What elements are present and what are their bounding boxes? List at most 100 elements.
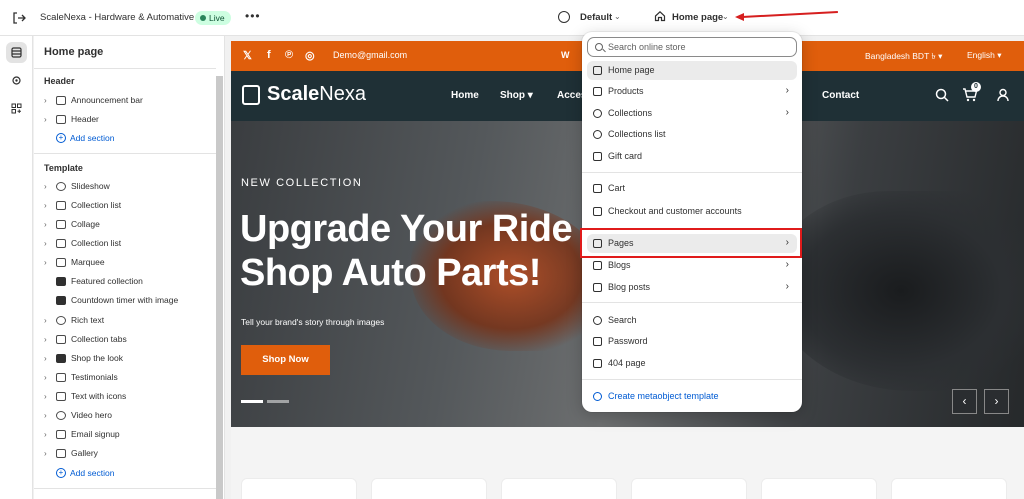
menu-item-label: Blogs <box>608 260 631 270</box>
sidebar-item-label: Text with icons <box>71 391 127 401</box>
sidebar-item-label: Shop the look <box>71 353 123 363</box>
sidebar-item-label: Gallery <box>71 448 98 458</box>
search-icon <box>595 43 603 51</box>
nav-home[interactable]: Home <box>451 90 479 101</box>
search-field[interactable] <box>587 37 797 57</box>
theme-selector[interactable]: Default <box>580 12 612 23</box>
menu-item-products[interactable]: Products › <box>587 82 797 101</box>
video-icon <box>56 410 66 420</box>
sidebar-item-label: Slideshow <box>71 181 110 191</box>
sidebar-item-slideshow[interactable]: › Slideshow <box>44 178 214 194</box>
apps-icon[interactable] <box>6 98 27 119</box>
sidebar-item-collage[interactable]: › Collage <box>44 216 214 232</box>
menu-item-label: Search <box>608 315 637 325</box>
sidebar-item-email-signup[interactable]: › Email signup <box>44 426 214 442</box>
slide-dot[interactable] <box>267 400 289 403</box>
sidebar-item-countdown-timer[interactable]: Countdown timer with image <box>44 292 214 308</box>
page-selector[interactable]: Home page <box>672 12 723 23</box>
collection-card[interactable] <box>241 478 357 499</box>
hero-subtitle: Tell your brand's story through images <box>241 317 385 327</box>
x-icon[interactable]: 𝕏 <box>243 49 252 62</box>
menu-item-collections[interactable]: Collections › <box>587 104 797 123</box>
menu-item-404-page[interactable]: 404 page <box>587 354 797 373</box>
hero-headline: Upgrade Your Ride Shop Auto Parts! <box>240 207 573 295</box>
menu-item-blogs[interactable]: Blogs › <box>587 256 797 275</box>
hero-car-image <box>771 191 1024 391</box>
search-icon[interactable] <box>935 88 949 102</box>
sidebar-item-collection-list[interactable]: › Collection list <box>44 197 214 213</box>
collection-card[interactable] <box>631 478 747 499</box>
instagram-icon[interactable]: ◎ <box>305 49 315 62</box>
exit-icon[interactable] <box>12 11 26 25</box>
next-slide-button[interactable]: › <box>984 389 1009 414</box>
account-icon[interactable] <box>996 88 1010 102</box>
pinterest-icon[interactable]: ℗ <box>285 49 293 61</box>
home-icon <box>654 10 666 22</box>
menu-item-label: Checkout and customer accounts <box>608 206 742 216</box>
collection-card[interactable] <box>501 478 617 499</box>
slide-dot-active[interactable] <box>241 400 263 403</box>
text-with-icons-icon <box>56 391 66 401</box>
currency-selector[interactable]: Bangladesh BDT ৳ ▾ <box>865 50 942 64</box>
sidebar-scrollbar[interactable] <box>216 76 223 499</box>
more-actions-button[interactable]: ••• <box>245 9 261 23</box>
create-metaobject-template-link[interactable]: Create metaobject template <box>587 387 797 406</box>
menu-item-home-page[interactable]: Home page <box>587 61 797 80</box>
sections-icon[interactable] <box>6 42 27 63</box>
language-selector[interactable]: English ▾ <box>967 50 1002 61</box>
sidebar-item-rich-text[interactable]: › Rich text <box>44 312 214 328</box>
shop-now-button[interactable]: Shop Now <box>241 345 330 375</box>
menu-item-label: Gift card <box>608 151 643 161</box>
sidebar-item-shop-the-look[interactable]: › Shop the look <box>44 350 214 366</box>
menu-item-checkout[interactable]: Checkout and customer accounts <box>587 202 797 221</box>
sidebar-item-marquee[interactable]: › Marquee <box>44 254 214 270</box>
prev-slide-button[interactable]: ‹ <box>952 389 977 414</box>
sidebar-title: Home page <box>44 46 104 58</box>
sidebar-item-video-hero[interactable]: › Video hero <box>44 407 214 423</box>
facebook-icon[interactable]: f <box>267 49 271 61</box>
checkout-icon <box>593 207 602 216</box>
sidebar-item-text-with-icons[interactable]: › Text with icons <box>44 388 214 404</box>
chevron-right-icon: › <box>44 95 47 105</box>
marquee-icon <box>56 257 66 267</box>
sections-sidebar: Home page Header › Announcement bar › He… <box>34 36 225 499</box>
sidebar-item-header[interactable]: › Header <box>44 111 214 127</box>
nav-contact[interactable]: Contact <box>822 90 859 101</box>
menu-item-search[interactable]: Search <box>587 311 797 330</box>
collection-card[interactable] <box>371 478 487 499</box>
tag-icon <box>593 87 602 96</box>
countdown-image-icon <box>56 295 66 305</box>
hero-headline-line: Upgrade Your Ride <box>240 208 573 250</box>
collection-card[interactable] <box>761 478 877 499</box>
sidebar-item-collection-list[interactable]: › Collection list <box>44 235 214 251</box>
add-section-button[interactable]: + Add section <box>56 465 114 481</box>
store-logo[interactable]: ScaleNexa <box>267 83 366 106</box>
menu-item-password[interactable]: Password <box>587 332 797 351</box>
chevron-right-icon: › <box>785 85 789 96</box>
search-input[interactable] <box>608 40 788 54</box>
sidebar-item-testimonials[interactable]: › Testimonials <box>44 369 214 385</box>
collection-list-icon <box>56 200 66 210</box>
gear-icon[interactable] <box>6 70 27 91</box>
gift-card-icon <box>593 152 602 161</box>
sidebar-item-featured-collection[interactable]: Featured collection <box>44 273 214 289</box>
gallery-icon <box>56 448 66 458</box>
announcement-email[interactable]: Demo@gmail.com <box>333 50 407 60</box>
nav-shop[interactable]: Shop ▾ <box>500 90 533 101</box>
add-section-button[interactable]: + Add section <box>56 130 114 146</box>
sidebar-item-gallery[interactable]: › Gallery <box>44 445 214 461</box>
sidebar-item-collection-tabs[interactable]: › Collection tabs <box>44 331 214 347</box>
hero-headline-line: Shop Auto Parts! <box>240 252 541 294</box>
home-icon <box>593 66 602 75</box>
hero-kicker: NEW COLLECTION <box>241 177 363 189</box>
chevron-right-icon: › <box>44 315 47 325</box>
blog-post-icon <box>593 283 602 292</box>
menu-item-blog-posts[interactable]: Blog posts › <box>587 278 797 297</box>
chevron-right-icon: › <box>44 334 47 344</box>
annotation-arrow-head <box>735 13 744 21</box>
menu-item-gift-card[interactable]: Gift card <box>587 147 797 166</box>
menu-item-cart[interactable]: Cart <box>587 179 797 198</box>
collection-card[interactable] <box>891 478 1007 499</box>
menu-item-collections-list[interactable]: Collections list <box>587 125 797 144</box>
sidebar-item-announcement-bar[interactable]: › Announcement bar <box>44 92 214 108</box>
